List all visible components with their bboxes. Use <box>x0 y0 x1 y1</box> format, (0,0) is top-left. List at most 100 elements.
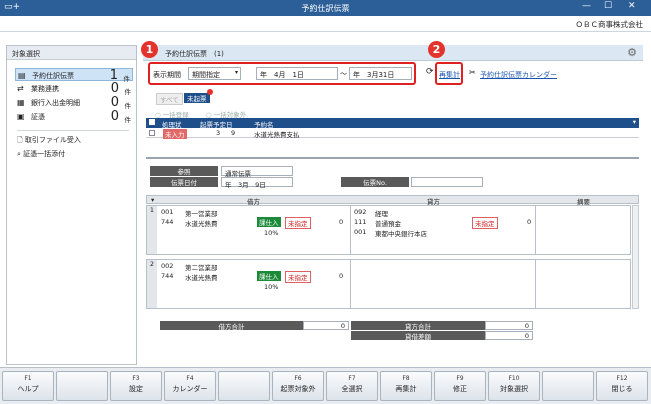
status-badge: 未入力 <box>163 129 187 139</box>
account-code: 111 <box>354 218 367 226</box>
f11-button[interactable] <box>542 371 594 401</box>
tab-all[interactable]: すべて <box>156 93 183 105</box>
debit-amount: 0 <box>339 218 344 226</box>
nav-label: 銀行入出金明細 <box>31 99 80 107</box>
nav-item-bank-statement[interactable]: ▦ 銀行入出金明細 0 件 <box>15 95 133 110</box>
calendar-link[interactable]: 予約仕訳伝票カレンダー <box>480 70 557 80</box>
tax-badge: 課仕入 <box>257 271 281 281</box>
unspecified-badge: 未指定 <box>472 217 498 229</box>
nav-item-voucher[interactable]: ▣ 証憑 0 件 <box>15 109 133 124</box>
slip-date-label: 伝票日付 <box>150 177 218 187</box>
journal-icon: ▤ <box>18 71 26 80</box>
account-code: 744 <box>161 272 174 280</box>
f4-calendar-button[interactable]: F4 カレンダー <box>164 371 216 401</box>
callout-badge-1: 1 <box>141 41 158 58</box>
account-name: 普通預金 <box>375 220 401 228</box>
fkey-number: F4 <box>186 375 194 382</box>
nav-count: 0 <box>110 81 119 96</box>
f6-exclude-button[interactable]: F6 起票対象外 <box>272 371 324 401</box>
nav-count: 0 <box>110 95 119 110</box>
fkey-label: 修正 <box>453 385 467 393</box>
debit-total-label: 借方合計 <box>160 321 303 331</box>
select-all-checkbox[interactable] <box>149 119 155 125</box>
splitter[interactable] <box>146 157 639 159</box>
fkey-number: F12 <box>616 375 628 382</box>
fkey-label: 起票対象外 <box>280 385 316 393</box>
f3-settings-button[interactable]: F3 設定 <box>110 371 162 401</box>
divider <box>17 130 129 131</box>
line-number: 1 <box>147 206 157 254</box>
main-panel: 予約仕訳伝票 (1) ⚙ 1 表示期間 期間指定 ▾ 年 4月 1日 ～ 年 3… <box>141 41 643 365</box>
callout-badge-2: 2 <box>428 41 445 58</box>
chevron-down-icon[interactable]: ▾ <box>633 118 636 126</box>
nav-count: 0 <box>110 109 119 124</box>
dept-code: 092 <box>354 208 367 216</box>
gear-icon[interactable]: ⚙ <box>627 46 637 59</box>
maximize-icon[interactable]: ☐ <box>604 1 612 11</box>
journal-line[interactable]: 1 001 第一営業部 744 水道光熱費 課仕入 未指定 0 10% 092 … <box>146 205 631 255</box>
debit-amount: 0 <box>339 272 344 280</box>
dept-name: 第二営業部 <box>185 264 218 272</box>
list-grid-header: 処理状 起票予定日 予約名 ▾ <box>146 118 639 129</box>
fkey-number: F1 <box>24 375 32 382</box>
fkey-number: F7 <box>348 375 356 382</box>
ref-value[interactable]: 通常伝票 <box>221 166 293 178</box>
f1-help-button[interactable]: F1 ヘルプ <box>2 371 54 401</box>
sync-icon: ⇄ <box>17 84 24 93</box>
bulk-attach-link[interactable]: ⌕ 証憑一括添付 <box>17 149 65 159</box>
import-file-link[interactable]: 🗋 取引ファイル受入 <box>17 135 81 147</box>
link-label: 証憑一括添付 <box>23 150 66 158</box>
f9-edit-button[interactable]: F9 修正 <box>434 371 486 401</box>
date-to-value: 年 3月31日 <box>353 71 395 79</box>
tax-rate: 10% <box>264 229 279 237</box>
divider <box>350 260 351 308</box>
f12-close-button[interactable]: F12 閉じる <box>596 371 648 401</box>
divider <box>535 260 536 308</box>
minimize-icon[interactable]: — <box>582 1 591 11</box>
date-from-input[interactable]: 年 4月 1日 <box>256 67 338 80</box>
nav-unit: 件 <box>124 116 132 124</box>
f7-select-all-button[interactable]: F7 全選択 <box>326 371 378 401</box>
diff-label: 貸借差額 <box>351 331 485 341</box>
date-to-input[interactable]: 年 3月31日 <box>349 67 412 80</box>
nav-unit: 件 <box>124 88 132 96</box>
f10-target-select-button[interactable]: F10 対象選択 <box>488 371 540 401</box>
table-row[interactable]: 未入力 3 9 水道光熱費支払 <box>146 128 639 139</box>
recalc-link[interactable]: 再集計 <box>439 70 460 80</box>
nav-label: 証憑 <box>31 113 45 121</box>
f5-button[interactable] <box>218 371 270 401</box>
divider <box>535 206 536 254</box>
row-checkbox[interactable] <box>149 130 155 136</box>
vertical-scrollbar[interactable] <box>632 205 639 309</box>
window-title: 予約仕訳伝票 <box>301 4 350 13</box>
nav-item-reserved-journal[interactable]: ▤ 予約仕訳伝票 1 件 <box>15 68 133 83</box>
tab-unrecorded[interactable]: 未起票 <box>184 93 210 103</box>
close-icon[interactable]: ✕ <box>628 1 636 11</box>
dept-code: 001 <box>161 208 174 216</box>
file-icon: 🗋 <box>17 136 23 144</box>
scheduled-month: 3 <box>216 129 221 137</box>
fkey-label: ヘルプ <box>17 385 39 393</box>
main-title: 予約仕訳伝票 (1) <box>165 50 224 58</box>
paperclip-icon: ⌕ <box>17 150 21 158</box>
slip-no-input[interactable] <box>411 177 483 187</box>
account-name: 水道光熱費 <box>185 220 218 228</box>
search-icon[interactable]: ⟳ <box>426 67 434 77</box>
document-icon: ▣ <box>17 112 25 121</box>
chevron-down-icon[interactable]: ▾ <box>151 196 154 204</box>
tools-icon: ✂ <box>469 68 476 77</box>
scheduled-day: 9 <box>231 129 236 137</box>
line-number: 2 <box>147 260 157 308</box>
fkey-number: F9 <box>456 375 464 382</box>
dept-name: 経理 <box>375 210 388 218</box>
sub-account-code: 001 <box>354 228 367 236</box>
period-mode-select[interactable]: 期間指定 ▾ <box>188 67 241 80</box>
slip-date-input[interactable]: 年 3月 9日 <box>221 177 293 189</box>
fkey-label: 再集計 <box>395 385 417 393</box>
f2-button[interactable] <box>56 371 108 401</box>
nav-item-business-link[interactable]: ⇄ 業務連携 0 件 <box>15 81 133 96</box>
f8-recalc-button[interactable]: F8 再集計 <box>380 371 432 401</box>
date-from-value: 年 4月 1日 <box>260 71 304 79</box>
journal-line[interactable]: 2 002 第二営業部 744 水道光熱費 課仕入 未指定 0 10% <box>146 259 631 309</box>
range-tilde: ～ <box>340 70 347 78</box>
